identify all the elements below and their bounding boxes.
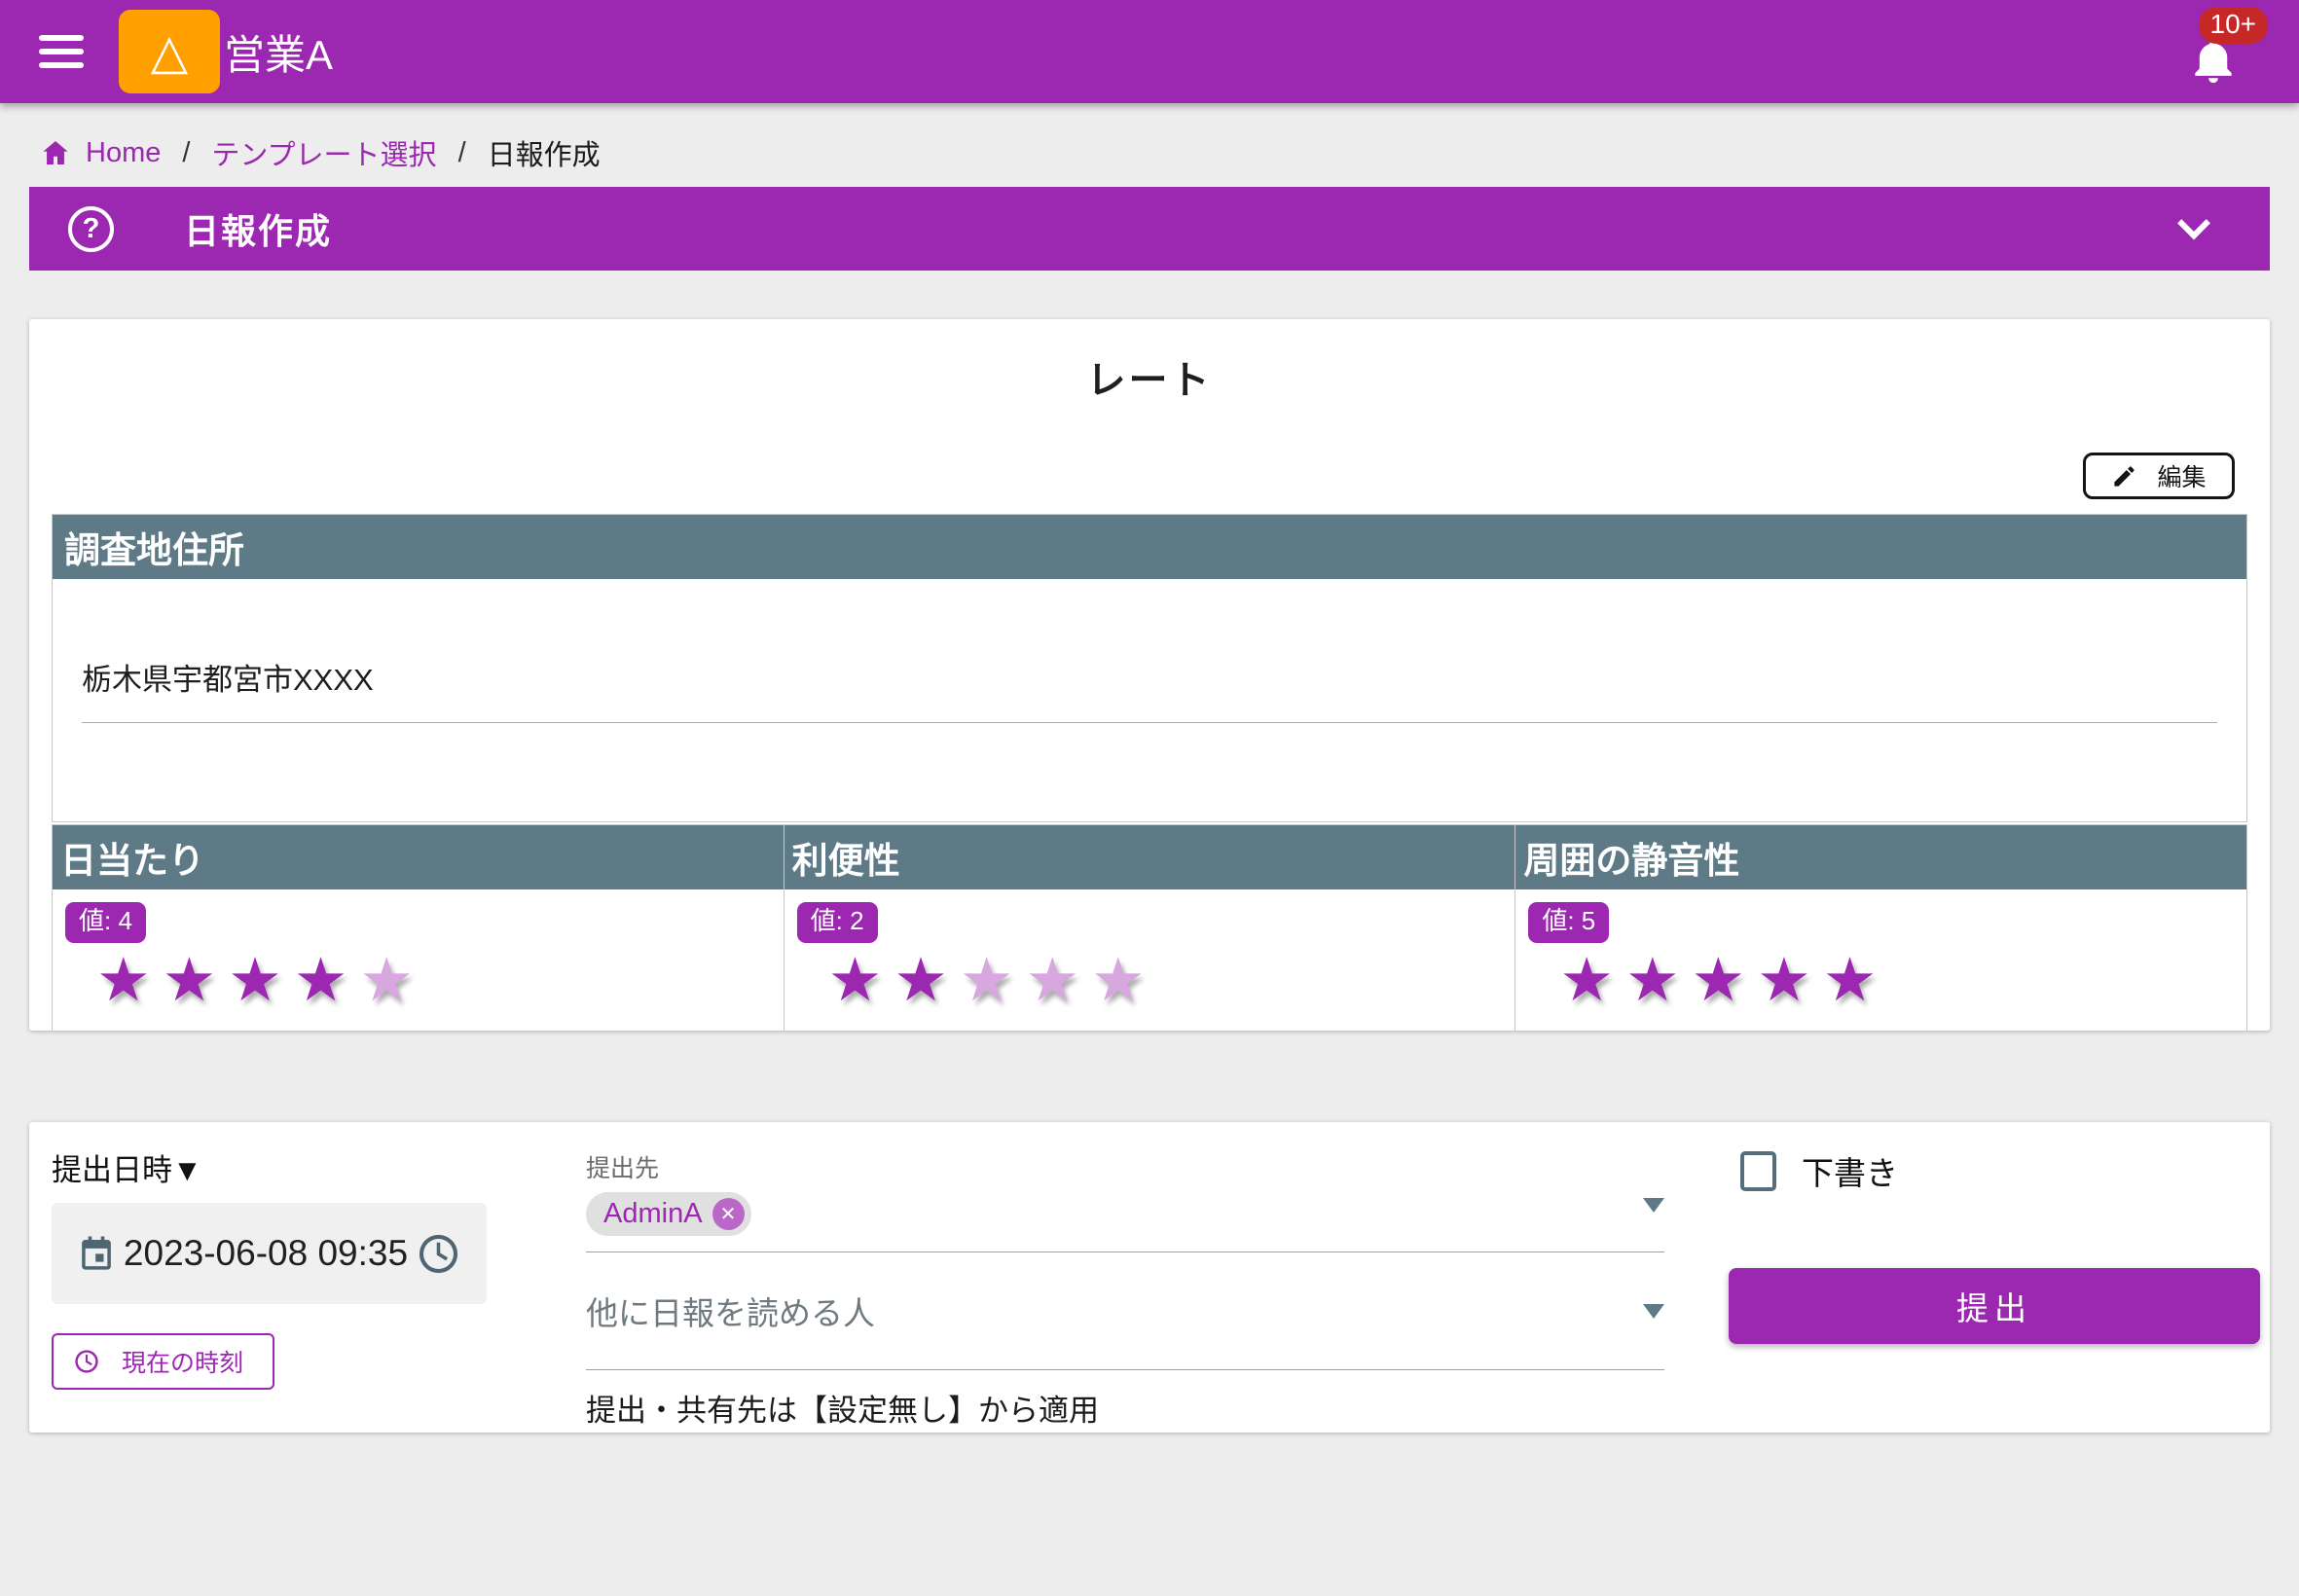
- star-filled-icon[interactable]: ★: [828, 947, 894, 1014]
- help-icon[interactable]: ?: [68, 206, 114, 252]
- star-rating: ★★★★★: [1559, 951, 2246, 1011]
- draft-checkbox[interactable]: [1740, 1151, 1776, 1191]
- rating-header: 日当たり: [53, 825, 784, 889]
- app-header: △ 営業A 10+: [0, 0, 2299, 103]
- star-empty-icon[interactable]: ★: [1025, 947, 1091, 1014]
- ratings-row: 日当たり 値: 4 ★★★★★ 利便性 値: 2 ★★★★★ 周囲の静音性 値:…: [52, 824, 2247, 1031]
- rating-header: 周囲の静音性: [1515, 825, 2246, 889]
- star-rating: ★★★★★: [96, 951, 784, 1011]
- address-value-field[interactable]: 栃木県宇都宮市XXXX: [82, 655, 2217, 723]
- star-filled-icon[interactable]: ★: [1625, 947, 1692, 1014]
- template-title: レート: [29, 319, 2270, 405]
- report-card: レート 編集 調査地住所 栃木県宇都宮市XXXX 日当たり 値: 4 ★★★★★…: [29, 319, 2270, 1031]
- rating-value-badge: 値: 2: [797, 902, 878, 943]
- dropdown-arrow-icon[interactable]: [1643, 1304, 1664, 1319]
- recipient-chip-label: AdminA: [603, 1198, 703, 1230]
- submit-button[interactable]: 提出: [1729, 1268, 2260, 1344]
- home-icon[interactable]: [39, 137, 72, 168]
- star-filled-icon[interactable]: ★: [1823, 947, 1889, 1014]
- rating-header: 利便性: [785, 825, 1515, 889]
- notification-badge: 10+: [2199, 7, 2269, 44]
- star-filled-icon[interactable]: ★: [894, 947, 960, 1014]
- clock-icon: [416, 1231, 461, 1277]
- address-section: 調査地住所 栃木県宇都宮市XXXX: [52, 514, 2247, 822]
- star-filled-icon[interactable]: ★: [294, 947, 360, 1014]
- breadcrumb-current-page: 日報作成: [488, 132, 601, 173]
- draft-option: 下書き: [1740, 1147, 2264, 1194]
- chip-close-icon[interactable]: ✕: [712, 1198, 745, 1230]
- star-filled-icon[interactable]: ★: [96, 947, 163, 1014]
- breadcrumb: Home / テンプレート選択 / 日報作成: [39, 132, 2260, 173]
- clock-icon: [73, 1348, 100, 1375]
- edit-button-label: 編集: [2157, 458, 2206, 493]
- submission-card: 提出日時▼ 2023-06-08 09:35 現在の時刻 提出先 AdminA …: [29, 1122, 2270, 1433]
- menu-icon[interactable]: [39, 35, 84, 68]
- breadcrumb-template-link[interactable]: テンプレート選択: [211, 132, 436, 173]
- rating-section-quietness: 周囲の静音性 値: 5 ★★★★★: [1515, 824, 2247, 1031]
- edit-button[interactable]: 編集: [2083, 453, 2235, 499]
- draft-label[interactable]: 下書き: [1802, 1147, 1898, 1194]
- star-filled-icon[interactable]: ★: [163, 947, 229, 1014]
- share-note: 提出・共有先は【設定無し】から適用: [586, 1386, 1664, 1430]
- app-title: 営業A: [224, 22, 333, 82]
- datetime-field[interactable]: 2023-06-08 09:35: [52, 1203, 487, 1304]
- triangle-icon: △: [151, 27, 188, 76]
- star-empty-icon[interactable]: ★: [1091, 947, 1157, 1014]
- readers-placeholder: 他に日報を読める人: [586, 1288, 875, 1334]
- page-title: 日報作成: [184, 203, 332, 254]
- calendar-icon: [77, 1233, 116, 1274]
- breadcrumb-home-link[interactable]: Home: [86, 137, 161, 169]
- chevron-down-icon[interactable]: [2177, 206, 2210, 239]
- recipient-select[interactable]: AdminA ✕: [586, 1192, 1664, 1252]
- report-banner: ? 日報作成: [29, 187, 2270, 271]
- datetime-value[interactable]: 2023-06-08 09:35: [116, 1233, 416, 1274]
- star-filled-icon[interactable]: ★: [1692, 947, 1758, 1014]
- notifications-button[interactable]: 10+: [2182, 7, 2258, 96]
- address-section-header: 調査地住所: [53, 515, 2246, 579]
- breadcrumb-separator: /: [458, 137, 466, 169]
- current-time-button[interactable]: 現在の時刻: [52, 1333, 274, 1390]
- dropdown-arrow-icon[interactable]: [1643, 1198, 1664, 1213]
- rating-value-badge: 値: 4: [65, 902, 146, 943]
- star-filled-icon[interactable]: ★: [1757, 947, 1823, 1014]
- recipient-label: 提出先: [586, 1149, 1664, 1184]
- pencil-icon: [2111, 463, 2137, 490]
- recipient-chip[interactable]: AdminA ✕: [586, 1192, 751, 1236]
- app-logo[interactable]: △: [119, 10, 220, 93]
- star-filled-icon[interactable]: ★: [228, 947, 294, 1014]
- rating-value-badge: 値: 5: [1528, 902, 1609, 943]
- breadcrumb-separator: /: [182, 137, 190, 169]
- rating-section-convenience: 利便性 値: 2 ★★★★★: [785, 824, 1516, 1031]
- rating-section-sunlight: 日当たり 値: 4 ★★★★★: [52, 824, 785, 1031]
- readers-select[interactable]: 他に日報を読める人: [586, 1252, 1664, 1370]
- submit-datetime-label[interactable]: 提出日時▼: [52, 1145, 524, 1189]
- star-filled-icon[interactable]: ★: [1559, 947, 1625, 1014]
- star-empty-icon[interactable]: ★: [960, 947, 1026, 1014]
- star-empty-icon[interactable]: ★: [359, 947, 425, 1014]
- current-time-button-label: 現在の時刻: [122, 1344, 243, 1379]
- star-rating: ★★★★★: [828, 951, 1515, 1011]
